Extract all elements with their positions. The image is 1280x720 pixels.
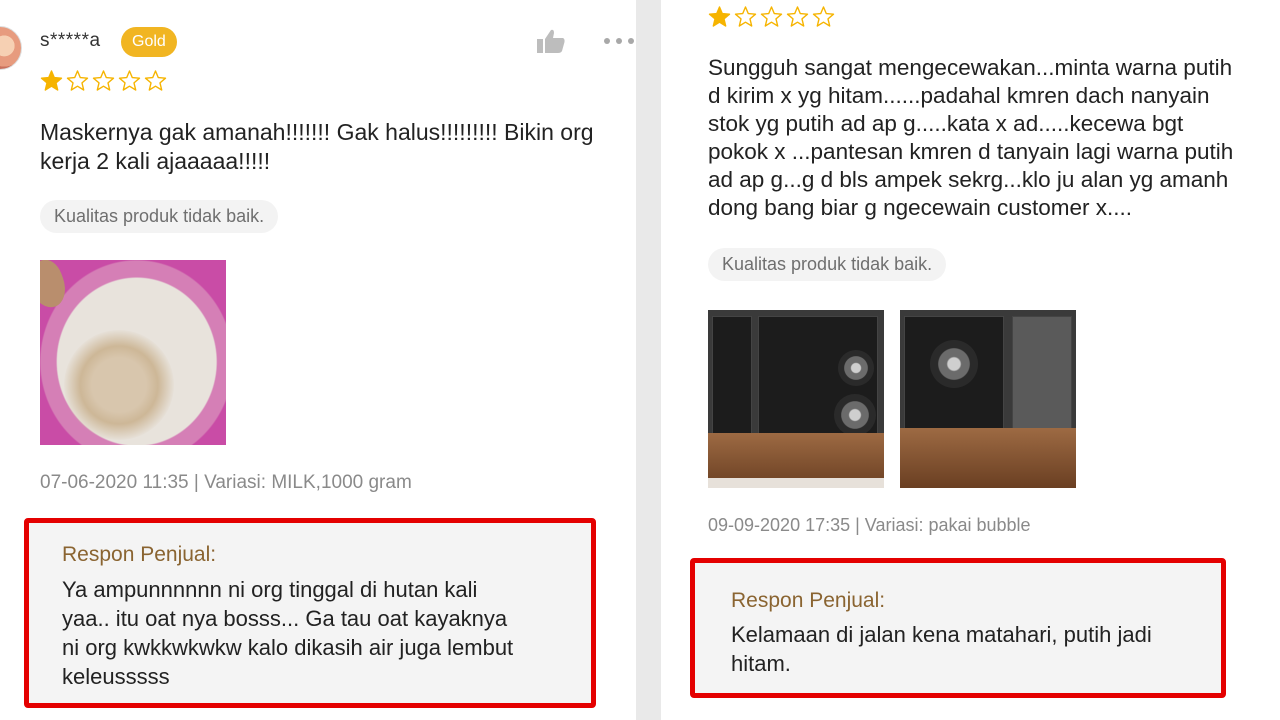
rating-stars <box>708 6 835 28</box>
left-review-card: s*****a Gold Maskernya gak amanah!!!!!!!… <box>0 0 636 720</box>
seller-response-text: Ya ampunnnnnn ni org tinggal di hutan ka… <box>62 575 513 691</box>
review-photo[interactable] <box>900 310 1076 488</box>
avatar[interactable] <box>0 26 22 70</box>
seller-response-line: ni org kwkkwkwkw kalo dikasih air juga l… <box>62 635 514 660</box>
seller-response-line: keleusssss <box>62 664 170 689</box>
star-empty-icon <box>118 70 141 91</box>
more-dots-icon[interactable] <box>603 37 635 45</box>
star-filled-icon <box>708 6 731 27</box>
star-empty-icon <box>760 6 783 27</box>
star-filled-icon <box>40 70 63 91</box>
photo-content <box>40 260 72 313</box>
seller-response-box: Respon Penjual: Ya ampunnnnnn ni org tin… <box>24 518 596 708</box>
photo-content <box>1012 316 1072 436</box>
review-meta: 07-06-2020 11:35 | Variasi: MILK,1000 gr… <box>40 472 412 493</box>
review-photo[interactable] <box>40 260 226 445</box>
seller-response-title: Respon Penjual: <box>62 543 217 566</box>
seller-response-title: Respon Penjual: <box>731 589 886 612</box>
right-review-card: Sungguh sangat mengecewakan...minta warn… <box>661 0 1280 720</box>
seller-response-box: Respon Penjual: Kelamaan di jalan kena m… <box>690 558 1226 698</box>
photo-content <box>930 340 978 388</box>
star-empty-icon <box>92 70 115 91</box>
review-tag: Kualitas produk tidak baik. <box>40 200 279 233</box>
review-text: Sungguh sangat mengecewakan...minta warn… <box>708 55 1234 220</box>
seller-response-line: Ya ampunnnnnn ni org tinggal di hutan ka… <box>62 577 478 602</box>
seller-response-text: Kelamaan di jalan kena matahari, putih j… <box>731 620 1152 678</box>
review-meta: 09-09-2020 17:35 | Variasi: pakai bubble <box>708 515 1031 535</box>
photo-content <box>64 330 174 440</box>
seller-response-line: Kelamaan di jalan kena matahari, putih j… <box>731 622 1152 647</box>
star-empty-icon <box>786 6 809 27</box>
seller-response-line: yaa.. itu oat nya bosss... Ga tau oat ka… <box>62 606 508 631</box>
star-empty-icon <box>812 6 835 27</box>
photo-content <box>838 350 874 386</box>
review-text: Maskernya gak amanah!!!!!!! Gak halus!!!… <box>40 119 594 174</box>
review-photo[interactable] <box>708 310 884 488</box>
star-empty-icon <box>734 6 757 27</box>
rating-stars <box>40 70 167 92</box>
reviewer-username[interactable]: s*****a <box>40 30 101 52</box>
review-tag: Kualitas produk tidak baik. <box>708 248 947 281</box>
gold-member-badge: Gold <box>121 27 177 57</box>
seller-response-line: hitam. <box>731 651 791 676</box>
star-empty-icon <box>66 70 89 91</box>
photo-content <box>834 394 876 436</box>
thumbs-up-icon[interactable] <box>536 28 566 54</box>
photo-content <box>708 478 884 488</box>
photo-content <box>712 316 752 436</box>
star-empty-icon <box>144 70 167 91</box>
photo-content <box>900 428 1076 488</box>
